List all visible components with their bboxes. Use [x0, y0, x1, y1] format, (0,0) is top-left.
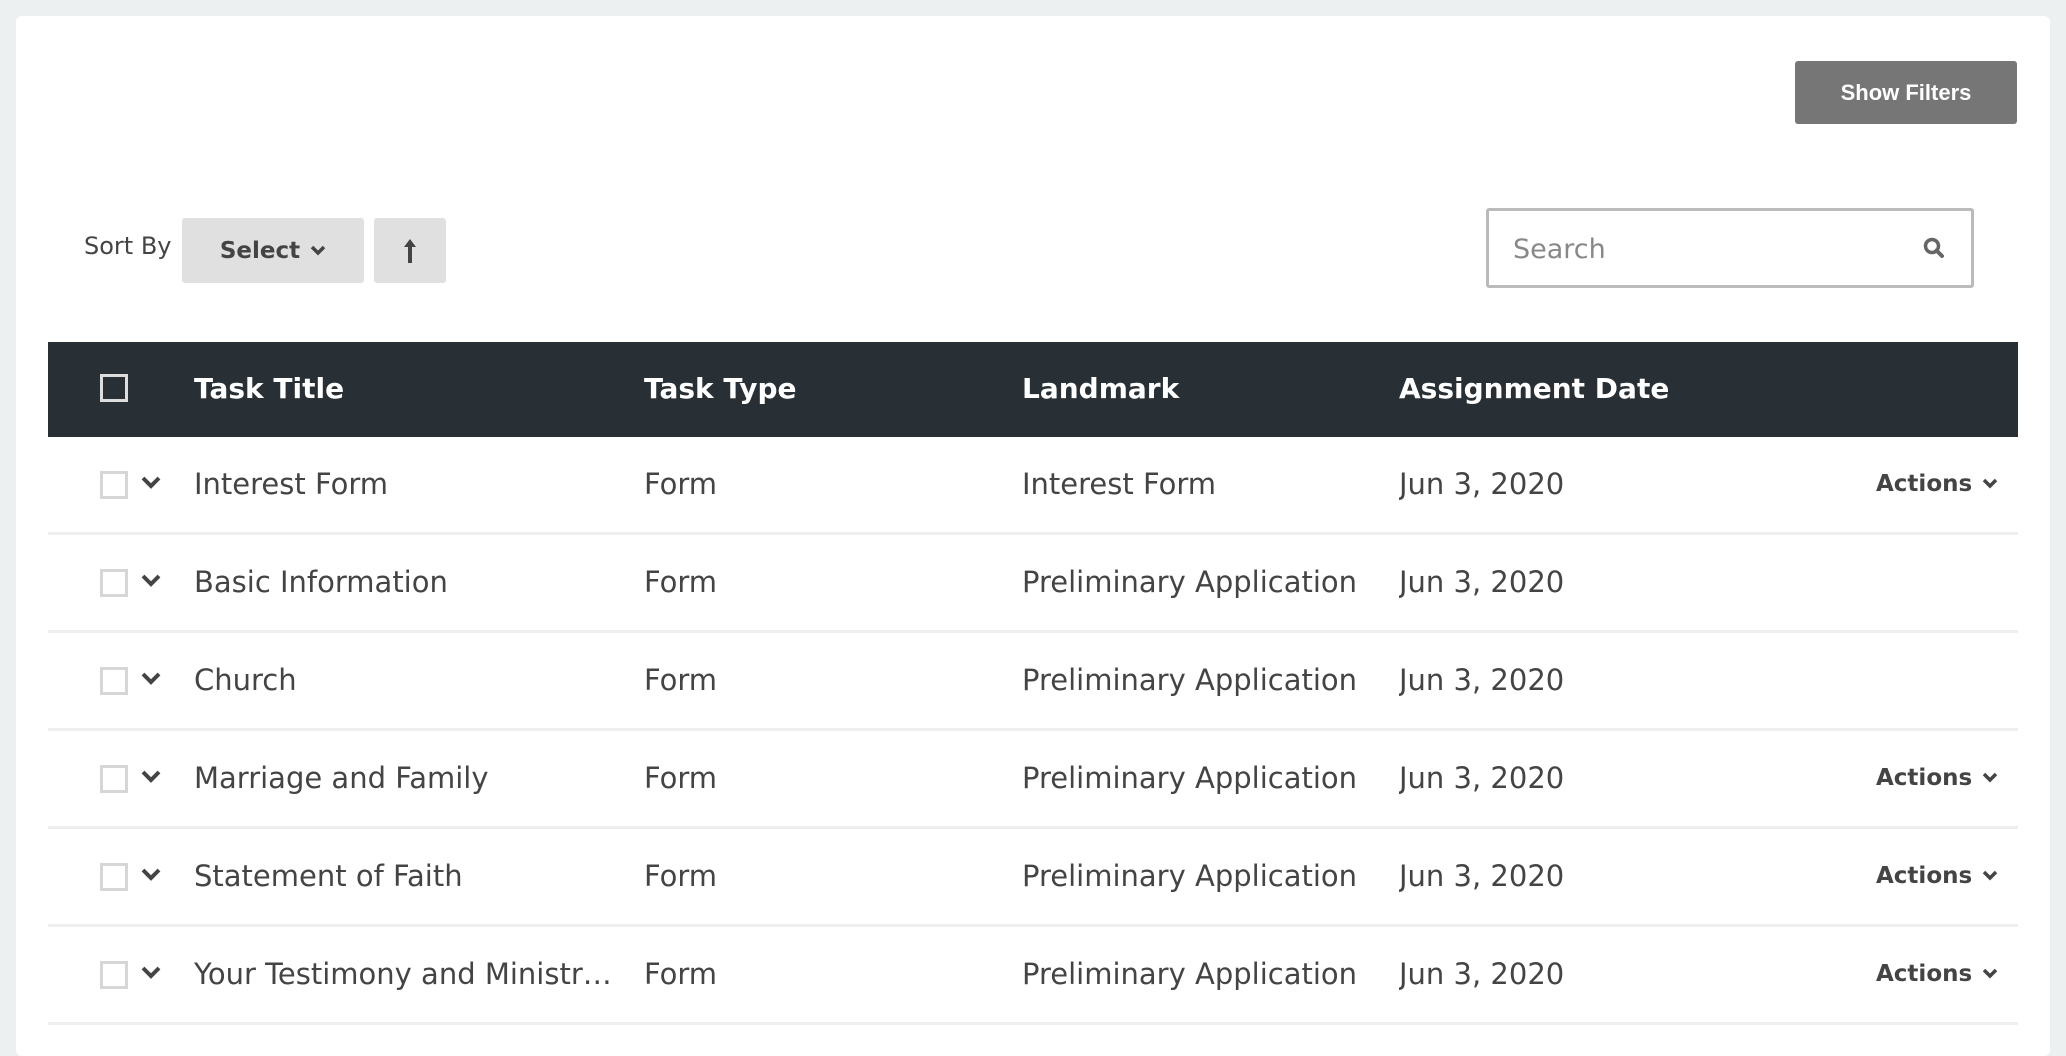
task-title: Marriage and Family: [194, 761, 489, 795]
actions-dropdown[interactable]: Actions: [1876, 961, 1998, 987]
table-row: Basic Information Form Preliminary Appli…: [48, 535, 2018, 633]
row-checkbox[interactable]: [100, 961, 128, 989]
show-filters-button[interactable]: Show Filters: [1795, 61, 2017, 124]
assignment-date: Jun 3, 2020: [1399, 565, 1565, 599]
expand-chevron-icon[interactable]: [140, 475, 162, 491]
sort-by-label: Sort By: [84, 232, 172, 260]
landmark: Preliminary Application: [1022, 565, 1358, 599]
column-header-task-title[interactable]: Task Title: [194, 372, 344, 405]
actions-label: Actions: [1876, 471, 1973, 497]
row-checkbox[interactable]: [100, 667, 128, 695]
chevron-down-icon: [1982, 870, 1998, 881]
expand-chevron-icon[interactable]: [140, 573, 162, 589]
task-type: Form: [644, 957, 718, 991]
actions-label: Actions: [1876, 863, 1973, 889]
table-row: Statement of Faith Form Preliminary Appl…: [48, 829, 2018, 927]
sort-select-dropdown[interactable]: Select: [182, 218, 364, 283]
search-box[interactable]: [1486, 208, 1974, 288]
select-all-checkbox[interactable]: [100, 374, 128, 402]
actions-label: Actions: [1876, 961, 1973, 987]
table-row: Church Form Preliminary Application Jun …: [48, 633, 2018, 731]
task-title: Basic Information: [194, 565, 448, 599]
row-checkbox[interactable]: [100, 765, 128, 793]
chevron-down-icon: [1982, 968, 1998, 979]
assignment-date: Jun 3, 2020: [1399, 957, 1565, 991]
row-checkbox[interactable]: [100, 863, 128, 891]
task-title: Church: [194, 663, 297, 697]
landmark: Preliminary Application: [1022, 859, 1358, 893]
task-type: Form: [644, 663, 718, 697]
actions-label: Actions: [1876, 765, 1973, 791]
landmark: Preliminary Application: [1022, 663, 1358, 697]
actions-dropdown[interactable]: Actions: [1876, 863, 1998, 889]
sort-direction-button[interactable]: [374, 218, 446, 283]
content-card: Show Filters Sort By Select Task Title T…: [16, 16, 2050, 1056]
landmark: Interest Form: [1022, 467, 1217, 501]
tasks-table: Task Title Task Type Landmark Assignment…: [48, 342, 2018, 1025]
table-body: Interest Form Form Interest Form Jun 3, …: [48, 437, 2018, 1025]
row-checkbox[interactable]: [100, 569, 128, 597]
table-header: Task Title Task Type Landmark Assignment…: [48, 342, 2018, 437]
assignment-date: Jun 3, 2020: [1399, 761, 1565, 795]
landmark: Preliminary Application: [1022, 761, 1358, 795]
search-icon[interactable]: [1923, 237, 1945, 259]
task-type: Form: [644, 565, 718, 599]
assignment-date: Jun 3, 2020: [1399, 467, 1565, 501]
expand-chevron-icon[interactable]: [140, 769, 162, 785]
task-title: Statement of Faith: [194, 859, 463, 893]
expand-chevron-icon[interactable]: [140, 671, 162, 687]
arrow-up-icon: [404, 238, 416, 263]
task-title: Interest Form: [194, 467, 389, 501]
expand-chevron-icon[interactable]: [140, 965, 162, 981]
chevron-down-icon: [1982, 478, 1998, 489]
column-header-assignment-date[interactable]: Assignment Date: [1399, 372, 1669, 405]
assignment-date: Jun 3, 2020: [1399, 859, 1565, 893]
task-title: Your Testimony and Ministry ...: [194, 957, 614, 991]
expand-chevron-icon[interactable]: [140, 867, 162, 883]
task-type: Form: [644, 761, 718, 795]
search-input[interactable]: [1511, 211, 1915, 287]
table-row: Marriage and Family Form Preliminary App…: [48, 731, 2018, 829]
actions-dropdown[interactable]: Actions: [1876, 765, 1998, 791]
task-type: Form: [644, 467, 718, 501]
row-checkbox[interactable]: [100, 471, 128, 499]
actions-dropdown[interactable]: Actions: [1876, 471, 1998, 497]
assignment-date: Jun 3, 2020: [1399, 663, 1565, 697]
chevron-down-icon: [310, 245, 326, 255]
task-type: Form: [644, 859, 718, 893]
column-header-landmark[interactable]: Landmark: [1022, 372, 1179, 405]
sort-select-label: Select: [219, 237, 301, 264]
table-row: Your Testimony and Ministry ... Form Pre…: [48, 927, 2018, 1025]
landmark: Preliminary Application: [1022, 957, 1358, 991]
column-header-task-type[interactable]: Task Type: [644, 372, 796, 405]
table-row: Interest Form Form Interest Form Jun 3, …: [48, 437, 2018, 535]
chevron-down-icon: [1982, 772, 1998, 783]
